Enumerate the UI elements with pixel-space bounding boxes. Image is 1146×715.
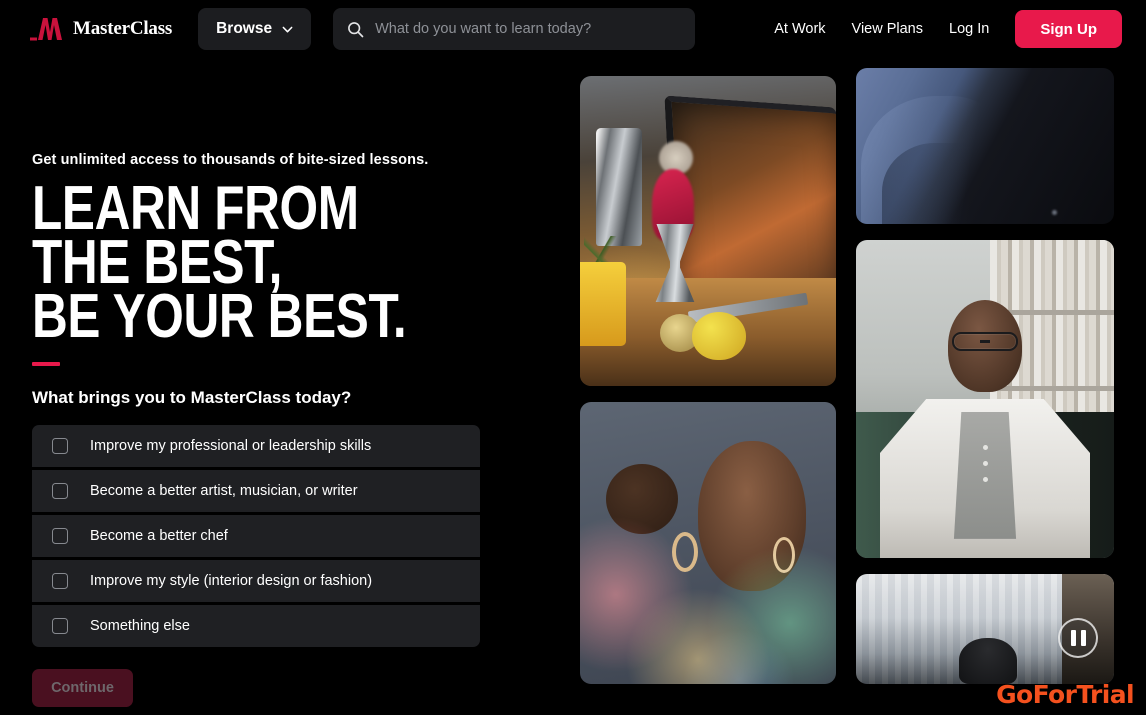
masterclass-wordmark: MasterClass	[73, 18, 173, 39]
checkbox-icon[interactable]	[52, 617, 68, 634]
option-row-something-else[interactable]: Something else	[32, 604, 480, 647]
cocktail-bartending-lesson-thumbnail[interactable]	[580, 76, 836, 386]
browse-label: Browse	[216, 20, 273, 37]
option-row-artist-musician-writer[interactable]: Become a better artist, musician, or wri…	[32, 469, 480, 512]
nav-link-log-in[interactable]: Log In	[949, 21, 989, 37]
option-label: Become a better chef	[90, 527, 228, 544]
checkbox-icon[interactable]	[52, 527, 68, 544]
onboarding-question: What brings you to MasterClass today?	[32, 387, 352, 407]
option-label: Become a better artist, musician, or wri…	[90, 482, 358, 499]
option-label: Improve my style (interior design or fas…	[90, 572, 373, 589]
sign-up-button[interactable]: Sign Up	[1015, 10, 1122, 48]
instructor-portrait-library-thumbnail[interactable]	[856, 240, 1114, 558]
option-label: Something else	[90, 617, 190, 634]
header-nav-links: At Work View Plans Log In Sign Up	[774, 10, 1122, 48]
blue-fabric-closeup-thumbnail[interactable]	[856, 68, 1114, 224]
search-icon	[347, 21, 364, 38]
hero-headline: LEARN FROM THE BEST, BE YOUR BEST.	[32, 174, 407, 351]
continue-button[interactable]: Continue	[32, 668, 133, 707]
top-navigation-bar: MasterClass Browse What do you want to l…	[0, 0, 1146, 58]
option-row-better-chef[interactable]: Become a better chef	[32, 514, 480, 557]
hero-image-collage	[580, 0, 1146, 715]
hero-panel: Get unlimited access to thousands of bit…	[32, 152, 532, 707]
masterclass-logo[interactable]: MasterClass	[30, 17, 172, 41]
nav-link-view-plans[interactable]: View Plans	[852, 21, 923, 37]
hero-eyebrow: Get unlimited access to thousands of bit…	[32, 152, 429, 168]
portrait-rainbow-light-thumbnail[interactable]	[580, 402, 836, 684]
accent-divider	[32, 361, 60, 366]
gofortrial-watermark: GoForTrial	[996, 680, 1135, 709]
checkbox-icon[interactable]	[52, 482, 68, 499]
pause-icon[interactable]	[1058, 618, 1098, 658]
search-input-placeholder[interactable]: What do you want to learn today?	[375, 21, 591, 37]
option-label: Improve my professional or leadership sk…	[90, 437, 372, 454]
checkbox-icon[interactable]	[52, 437, 68, 454]
browse-button[interactable]: Browse	[198, 8, 312, 50]
nav-link-at-work[interactable]: At Work	[774, 21, 825, 37]
option-row-improve-style[interactable]: Improve my style (interior design or fas…	[32, 559, 480, 602]
curtain-scene-video-thumbnail[interactable]	[856, 574, 1114, 684]
checkbox-icon[interactable]	[52, 572, 68, 589]
onboarding-options-list: Improve my professional or leadership sk…	[32, 424, 480, 647]
search-bar[interactable]: What do you want to learn today?	[333, 8, 696, 50]
masterclass-m-logo-icon	[30, 17, 64, 41]
option-row-professional-skills[interactable]: Improve my professional or leadership sk…	[32, 424, 480, 467]
chevron-down-icon	[282, 24, 293, 35]
